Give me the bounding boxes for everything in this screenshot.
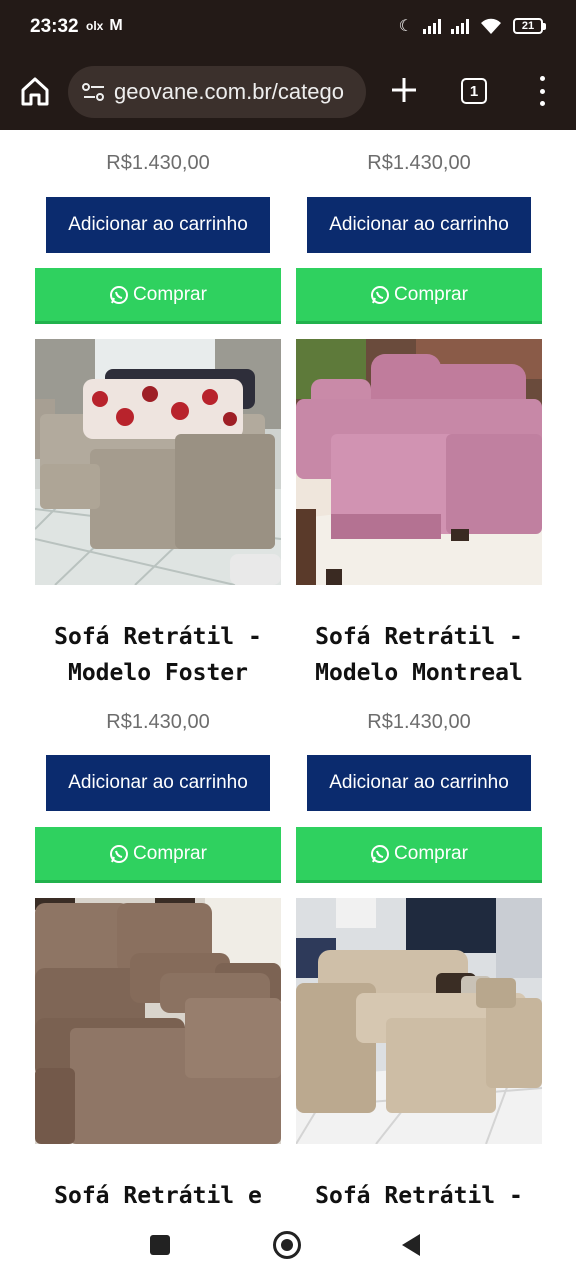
product-title[interactable]: Sofá Retrátil e <box>35 1178 281 1210</box>
buy-label: Comprar <box>133 842 207 864</box>
notification-icons: olx M <box>86 17 123 35</box>
whatsapp-icon <box>371 285 390 304</box>
overflow-menu-icon[interactable] <box>534 76 550 106</box>
add-to-cart-button[interactable]: Adicionar ao carrinho <box>46 197 270 253</box>
signal-icon-2 <box>451 18 469 34</box>
product-image-sofa-beige[interactable] <box>296 898 542 1144</box>
wifi-icon <box>481 18 501 34</box>
product-image-sofa-foster[interactable] <box>35 339 281 585</box>
whatsapp-icon <box>110 285 129 304</box>
product-grid: R$1.430,00 Adicionar ao carrinho Comprar… <box>0 130 576 1210</box>
product-price: R$1.430,00 <box>367 711 471 733</box>
product-title[interactable]: Sofá Retrátil - Modelo Montreal <box>296 619 542 691</box>
olx-notification-icon: olx <box>86 19 104 33</box>
url-text: geovane.com.br/catego <box>114 79 344 104</box>
back-icon[interactable] <box>402 1234 420 1256</box>
site-settings-icon[interactable] <box>80 80 108 104</box>
tab-switcher-button[interactable]: 1 <box>461 78 487 104</box>
product-price: R$1.430,00 <box>106 711 210 733</box>
add-to-cart-button[interactable]: Adicionar ao carrinho <box>307 755 531 811</box>
recents-icon[interactable] <box>150 1235 170 1255</box>
buy-label: Comprar <box>133 283 207 305</box>
buy-whatsapp-button[interactable]: Comprar <box>35 827 281 883</box>
home-nav-icon[interactable] <box>273 1231 301 1259</box>
dnd-moon-icon: ☾ <box>398 18 413 35</box>
status-bar: 23:32 olx M ☾ 21 <box>0 0 576 56</box>
product-image-sofa-brown[interactable] <box>35 898 281 1144</box>
buy-whatsapp-button[interactable]: Comprar <box>296 268 542 324</box>
battery-icon: 21 <box>513 18 546 34</box>
buy-whatsapp-button[interactable]: Comprar <box>35 268 281 324</box>
product-title[interactable]: Sofá Retrátil - Modelo Foster <box>35 619 281 691</box>
status-time: 23:32 <box>30 16 79 37</box>
browser-chrome: 23:32 olx M ☾ 21 geovane.com.br/catego 1 <box>0 0 576 130</box>
buy-whatsapp-button[interactable]: Comprar <box>296 827 542 883</box>
add-to-cart-button[interactable]: Adicionar ao carrinho <box>307 197 531 253</box>
browser-toolbar: geovane.com.br/catego 1 <box>0 62 576 122</box>
product-title[interactable]: Sofá Retrátil - <box>296 1178 542 1210</box>
battery-level: 21 <box>513 18 543 34</box>
whatsapp-icon <box>110 844 129 863</box>
home-icon[interactable] <box>18 74 52 108</box>
gmail-notification-icon: M <box>109 17 123 34</box>
product-price: R$1.430,00 <box>106 152 210 174</box>
system-nav-bar <box>0 1210 576 1280</box>
new-tab-icon[interactable] <box>388 74 420 106</box>
buy-label: Comprar <box>394 283 468 305</box>
add-to-cart-button[interactable]: Adicionar ao carrinho <box>46 755 270 811</box>
product-price: R$1.430,00 <box>367 152 471 174</box>
status-indicators: ☾ 21 <box>399 16 546 36</box>
whatsapp-icon <box>371 844 390 863</box>
buy-label: Comprar <box>394 842 468 864</box>
product-image-sofa-montreal[interactable] <box>296 339 542 585</box>
address-bar[interactable]: geovane.com.br/catego <box>68 66 366 118</box>
signal-icon <box>423 18 441 34</box>
